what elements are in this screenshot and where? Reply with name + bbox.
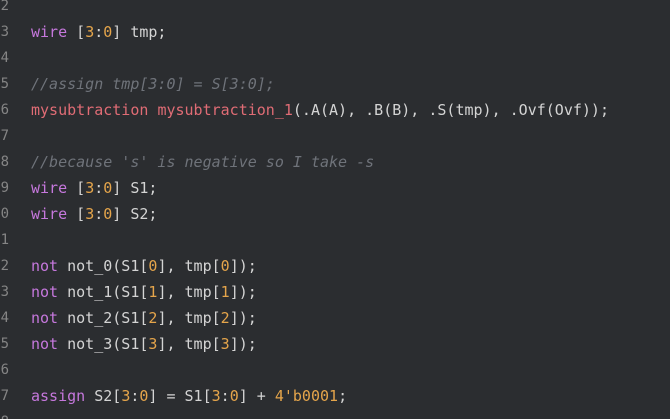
code-text: : (220, 387, 230, 405)
line-number: 4 (0, 310, 9, 326)
number-literal: 3 (121, 387, 131, 405)
code-text: [ (67, 205, 86, 223)
line-number: 0 (0, 206, 9, 222)
code-line[interactable]: assign S2[3:0] = S1[3:0] + 4'b0001; (31, 383, 347, 409)
code-text: S2[ (85, 387, 122, 405)
keyword: not (31, 257, 59, 275)
code-text: ] S2; (112, 205, 158, 223)
line-number: 6 (0, 102, 9, 118)
line-number: 7 (0, 128, 9, 144)
keyword: not (31, 283, 59, 301)
code-text: ]); (229, 257, 257, 275)
number-literal: 3 (211, 387, 221, 405)
code-text: not_3(S1[ (58, 335, 149, 353)
code-text: ]); (229, 309, 257, 327)
code-editor[interactable]: 2 3 4 5 6 7 8 9 0 1 2 3 4 5 6 7 8 wire [… (0, 0, 670, 419)
number-literal: 0 (103, 179, 113, 197)
code-text: ] S1; (112, 179, 158, 197)
line-number: 5 (0, 336, 9, 352)
module-type: mysubtraction (31, 101, 149, 119)
code-text: : (94, 179, 104, 197)
code-line[interactable]: mysubtraction mysubtraction_1(.A(A), .B(… (31, 97, 609, 123)
number-literal: 0 (103, 23, 113, 41)
number-literal: 2 (220, 309, 230, 327)
number-literal: 3 (85, 23, 95, 41)
code-line[interactable]: not not_1(S1[1], tmp[1]); (31, 279, 257, 305)
comment: //assign tmp[3:0] = S[3:0]; (31, 75, 275, 93)
code-text: ] = S1[ (148, 387, 212, 405)
code-line[interactable]: //because 's' is negative so I take -s (31, 149, 374, 175)
code-text: not_1(S1[ (58, 283, 149, 301)
code-line[interactable]: not not_3(S1[3], tmp[3]); (31, 331, 257, 357)
number-literal: 3 (85, 179, 95, 197)
code-text: ] + (238, 387, 275, 405)
code-line[interactable]: wire [3:0] S1; (31, 175, 157, 201)
code-text: : (94, 23, 104, 41)
keyword: wire (31, 179, 68, 197)
code-text: ], tmp[ (157, 257, 221, 275)
code-text: [ (67, 23, 86, 41)
code-text: ]); (229, 335, 257, 353)
line-number: 2 (0, 0, 9, 14)
number-literal: 0 (229, 387, 239, 405)
number-literal: 4'b0001 (274, 387, 339, 405)
number-literal: 0 (103, 205, 113, 223)
code-text: : (94, 205, 104, 223)
code-line[interactable]: not not_0(S1[0], tmp[0]); (31, 253, 257, 279)
line-number: 8 (0, 409, 9, 419)
code-text: [ (67, 179, 86, 197)
line-number: 6 (0, 362, 9, 378)
keyword: not (31, 309, 59, 327)
line-number: 1 (0, 232, 9, 248)
line-number: 5 (0, 76, 9, 92)
line-number: 2 (0, 258, 9, 274)
code-text: ] tmp; (112, 23, 167, 41)
keyword: wire (31, 23, 68, 41)
code-text: ], tmp[ (157, 335, 221, 353)
code-line[interactable]: wire [3:0] S2; (31, 201, 157, 227)
line-number: 9 (0, 180, 9, 196)
number-literal: 3 (85, 205, 95, 223)
code-text: ], tmp[ (157, 309, 221, 327)
code-line[interactable]: //assign tmp[3:0] = S[3:0]; (31, 71, 275, 97)
code-line[interactable]: wire [3:0] tmp; (31, 19, 166, 45)
code-text: ; (338, 387, 348, 405)
keyword: wire (31, 205, 68, 223)
instance-name: mysubtraction_1 (157, 101, 293, 119)
code-line[interactable]: not not_2(S1[2], tmp[2]); (31, 305, 257, 331)
line-number: 3 (0, 284, 9, 300)
code-text: ]); (229, 283, 257, 301)
line-number: 3 (0, 24, 9, 40)
number-literal: 0 (220, 257, 230, 275)
keyword: not (31, 335, 59, 353)
line-number-gutter: 2 3 4 5 6 7 8 9 0 1 2 3 4 5 6 7 8 (0, 0, 14, 419)
line-number: 8 (0, 154, 9, 170)
line-number: 4 (0, 50, 9, 66)
number-literal: 3 (220, 335, 230, 353)
code-text: not_2(S1[ (58, 309, 149, 327)
code-text: not_0(S1[ (58, 257, 149, 275)
line-number: 7 (0, 388, 9, 404)
number-literal: 1 (220, 283, 230, 301)
code-text: ], tmp[ (157, 283, 221, 301)
keyword: assign (31, 387, 86, 405)
code-text: (.A(A), .B(B), .S(tmp), .Ovf(Ovf)); (292, 101, 609, 119)
comment: //because 's' is negative so I take -s (31, 153, 375, 171)
